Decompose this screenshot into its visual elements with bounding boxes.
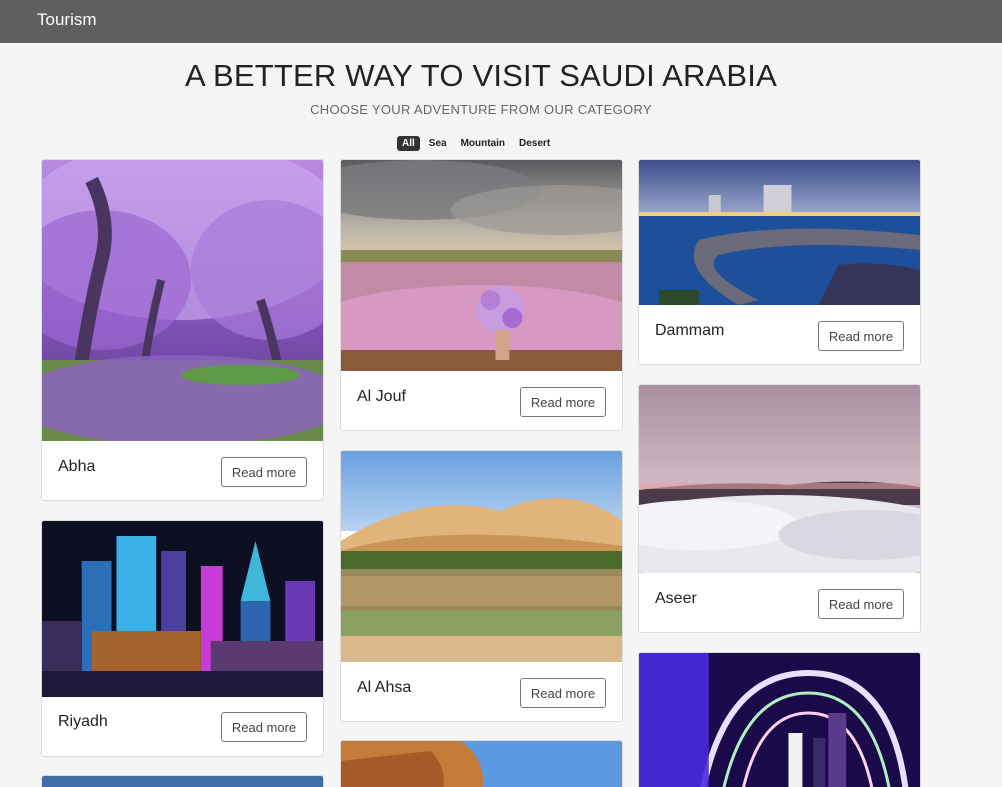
card-title: Al Ahsa	[357, 679, 412, 696]
destination-card-al-jouf: Al Jouf Read more	[340, 159, 623, 431]
destination-card-riyadh: Riyadh Read more	[41, 520, 324, 757]
dammam-image	[639, 160, 920, 305]
read-more-button[interactable]: Read more	[520, 678, 606, 708]
card-title: Aseer	[655, 590, 697, 607]
destination-card-partial	[340, 740, 623, 787]
al-ahsa-image	[341, 451, 622, 662]
brand-link[interactable]: Tourism	[37, 10, 97, 30]
read-more-button[interactable]: Read more	[520, 387, 606, 417]
card-title: Dammam	[655, 322, 725, 339]
destination-card-abha: Abha Read more	[41, 159, 324, 501]
page-subtitle: CHOOSE YOUR ADVENTURE FROM OUR CATEGORY	[310, 102, 652, 117]
aseer-image	[639, 385, 920, 573]
category-filter-bar: All Sea Mountain Desert	[397, 136, 555, 151]
filter-mountain-button[interactable]: Mountain	[456, 136, 510, 151]
abha-image	[42, 160, 323, 441]
navbar: Tourism	[0, 0, 1002, 43]
read-more-button[interactable]: Read more	[221, 712, 307, 742]
destination-card-aseer: Aseer Read more	[638, 384, 921, 633]
card-title: Al Jouf	[357, 388, 406, 405]
al-jouf-image	[341, 160, 622, 371]
destination-card-al-ahsa: Al Ahsa Read more	[340, 450, 623, 722]
read-more-button[interactable]: Read more	[818, 589, 904, 619]
card-title: Riyadh	[58, 713, 108, 730]
destination-card-partial	[41, 775, 324, 787]
card-title: Abha	[58, 458, 96, 475]
read-more-button[interactable]: Read more	[221, 457, 307, 487]
filter-sea-button[interactable]: Sea	[424, 136, 452, 151]
destination-card-partial	[638, 652, 921, 787]
filter-all-button[interactable]: All	[397, 136, 420, 151]
filter-desert-button[interactable]: Desert	[514, 136, 555, 151]
page-title: A BETTER WAY TO VISIT SAUDI ARABIA	[185, 58, 777, 93]
destination-image	[341, 741, 622, 787]
riyadh-image	[42, 521, 323, 697]
read-more-button[interactable]: Read more	[818, 321, 904, 351]
destination-image	[42, 776, 323, 787]
destination-card-dammam: Dammam Read more	[638, 159, 921, 365]
destination-image	[639, 653, 920, 787]
